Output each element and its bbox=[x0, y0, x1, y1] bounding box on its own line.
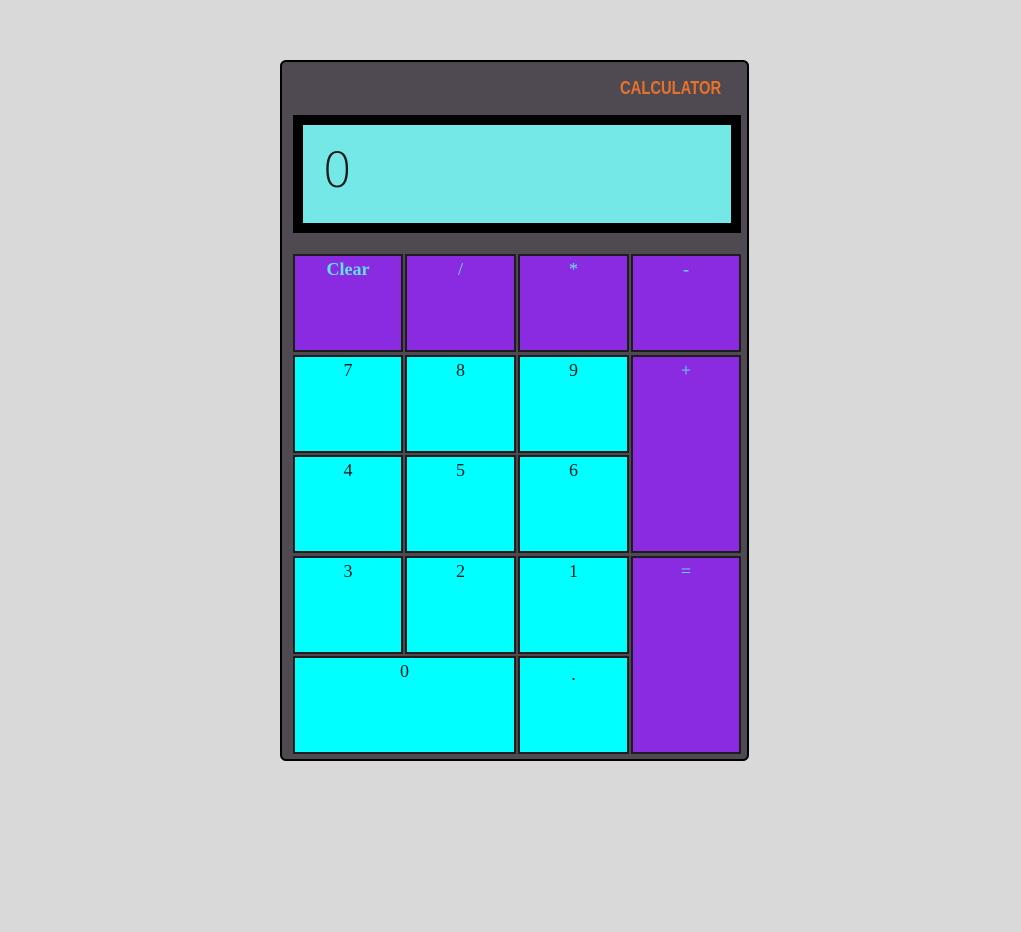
digit-5-button[interactable]: 5 bbox=[405, 455, 516, 553]
display-value: 0 bbox=[322, 143, 353, 199]
decimal-button[interactable]: . bbox=[518, 656, 629, 754]
equals-button[interactable]: = bbox=[631, 556, 741, 754]
divide-button[interactable]: / bbox=[405, 254, 516, 352]
keypad: Clear / * - 7 8 9 + 4 5 6 3 2 1 = 0 . bbox=[293, 254, 741, 754]
display-screen: 0 bbox=[303, 125, 731, 223]
clear-button[interactable]: Clear bbox=[293, 254, 403, 352]
calculator-body: CALCULATOR 0 Clear / * - 7 8 9 + 4 5 6 3… bbox=[280, 60, 749, 761]
digit-3-button[interactable]: 3 bbox=[293, 556, 403, 654]
digit-0-button[interactable]: 0 bbox=[293, 656, 516, 754]
subtract-button[interactable]: - bbox=[631, 254, 741, 352]
add-button[interactable]: + bbox=[631, 355, 741, 553]
brand-title: CALCULATOR bbox=[620, 78, 722, 98]
display-frame: 0 bbox=[293, 115, 741, 233]
digit-1-button[interactable]: 1 bbox=[518, 556, 629, 654]
digit-9-button[interactable]: 9 bbox=[518, 355, 629, 453]
digit-6-button[interactable]: 6 bbox=[518, 455, 629, 553]
digit-7-button[interactable]: 7 bbox=[293, 355, 403, 453]
digit-2-button[interactable]: 2 bbox=[405, 556, 516, 654]
multiply-button[interactable]: * bbox=[518, 254, 629, 352]
digit-8-button[interactable]: 8 bbox=[405, 355, 516, 453]
digit-4-button[interactable]: 4 bbox=[293, 455, 403, 553]
